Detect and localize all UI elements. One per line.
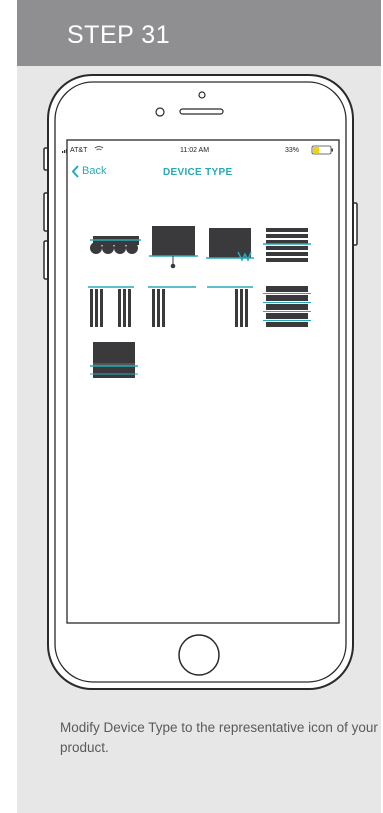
phone-illustration	[43, 74, 358, 690]
home-button[interactable]	[178, 634, 220, 676]
status-carrier: AT&T	[70, 147, 88, 154]
status-battery-percent: 33%	[285, 147, 300, 154]
phone-screen	[66, 139, 340, 624]
nav-title: DEVICE TYPE	[163, 167, 233, 178]
awning-icon[interactable]	[90, 236, 141, 254]
roller-shade-motor-icon[interactable]	[206, 228, 254, 262]
status-time: 11:02 AM	[180, 147, 210, 154]
back-button[interactable]: Back	[82, 166, 106, 177]
roman-shade-icon[interactable]	[90, 342, 138, 378]
